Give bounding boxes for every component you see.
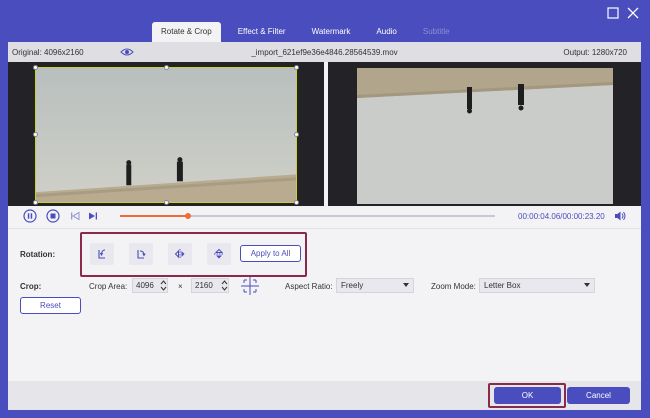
flip-horizontal-icon bbox=[174, 249, 185, 259]
apply-to-all-button[interactable]: Apply to All bbox=[240, 245, 301, 262]
tab-rotate-crop[interactable]: Rotate & Crop bbox=[152, 22, 221, 42]
original-video-frame[interactable] bbox=[35, 67, 297, 203]
output-scene-image bbox=[357, 68, 613, 204]
chevron-down-icon bbox=[584, 283, 590, 287]
eye-icon[interactable] bbox=[120, 47, 134, 57]
rotate-left-button[interactable] bbox=[90, 243, 114, 265]
aspect-ratio-label: Aspect Ratio: bbox=[285, 282, 333, 291]
tab-effect-filter[interactable]: Effect & Filter bbox=[229, 22, 295, 42]
tab-bar: Rotate & Crop Effect & Filter Watermark … bbox=[152, 22, 467, 42]
editor-panel: _import_621ef9e36e4846.28564539.mov Orig… bbox=[8, 42, 641, 410]
ok-button[interactable]: OK bbox=[494, 387, 561, 404]
crop-handle[interactable] bbox=[164, 200, 169, 205]
flip-horizontal-button[interactable] bbox=[168, 243, 192, 265]
crop-label: Crop: bbox=[20, 282, 42, 291]
crop-handle[interactable] bbox=[164, 65, 169, 70]
preview-divider bbox=[324, 62, 328, 206]
flip-vertical-icon bbox=[214, 248, 224, 259]
rotate-right-icon bbox=[137, 250, 146, 259]
output-resolution: Output: 1280x720 bbox=[563, 48, 627, 57]
preview-area bbox=[8, 62, 641, 206]
rotate-right-button[interactable] bbox=[129, 243, 153, 265]
playback-controls: 00:00:04.06/00:00:23.20 bbox=[8, 206, 641, 226]
center-crop-icon[interactable] bbox=[240, 276, 260, 296]
crop-handle[interactable] bbox=[294, 65, 299, 70]
zoom-mode-select[interactable]: Letter Box bbox=[479, 278, 595, 293]
times-sign: × bbox=[178, 282, 183, 291]
info-bar: _import_621ef9e36e4846.28564539.mov Orig… bbox=[8, 42, 641, 62]
previous-frame-icon[interactable] bbox=[68, 209, 82, 223]
progress-bar[interactable] bbox=[120, 213, 495, 219]
section-divider bbox=[8, 228, 641, 229]
rotate-left-icon bbox=[98, 249, 106, 259]
cancel-button[interactable]: Cancel bbox=[567, 387, 630, 404]
timecode: 00:00:04.06/00:00:23.20 bbox=[518, 212, 605, 221]
video-scene-image bbox=[36, 68, 296, 202]
next-frame-icon[interactable] bbox=[86, 209, 100, 223]
crop-height-stepper[interactable] bbox=[221, 278, 228, 293]
close-icon[interactable] bbox=[626, 6, 640, 20]
original-resolution: Original: 4096x2160 bbox=[12, 48, 84, 57]
pause-icon[interactable] bbox=[23, 209, 37, 223]
crop-width-stepper[interactable] bbox=[160, 278, 167, 293]
crop-handle[interactable] bbox=[294, 132, 299, 137]
zoom-mode-value: Letter Box bbox=[484, 281, 521, 290]
flip-vertical-button[interactable] bbox=[207, 243, 231, 265]
stop-icon[interactable] bbox=[46, 209, 60, 223]
crop-area-label: Crop Area: bbox=[89, 282, 128, 291]
zoom-mode-label: Zoom Mode: bbox=[431, 282, 476, 291]
tab-audio[interactable]: Audio bbox=[367, 22, 405, 42]
crop-handle[interactable] bbox=[33, 132, 38, 137]
aspect-ratio-value: Freely bbox=[341, 281, 364, 290]
aspect-ratio-select[interactable]: Freely bbox=[336, 278, 414, 293]
crop-handle[interactable] bbox=[33, 200, 38, 205]
file-name: _import_621ef9e36e4846.28564539.mov bbox=[251, 48, 398, 57]
output-video-frame bbox=[357, 68, 613, 204]
crop-handle[interactable] bbox=[294, 200, 299, 205]
tab-watermark[interactable]: Watermark bbox=[303, 22, 360, 42]
chevron-down-icon bbox=[403, 283, 409, 287]
dialog-window: Rotate & Crop Effect & Filter Watermark … bbox=[0, 0, 650, 418]
tab-subtitle: Subtitle bbox=[422, 27, 450, 36]
volume-icon[interactable] bbox=[614, 210, 626, 222]
rotation-label: Rotation: bbox=[20, 250, 56, 259]
progress-fill bbox=[120, 215, 188, 217]
progress-handle[interactable] bbox=[184, 213, 191, 219]
maximize-icon[interactable] bbox=[606, 6, 620, 20]
reset-button[interactable]: Reset bbox=[20, 297, 81, 314]
crop-handle[interactable] bbox=[33, 65, 38, 70]
